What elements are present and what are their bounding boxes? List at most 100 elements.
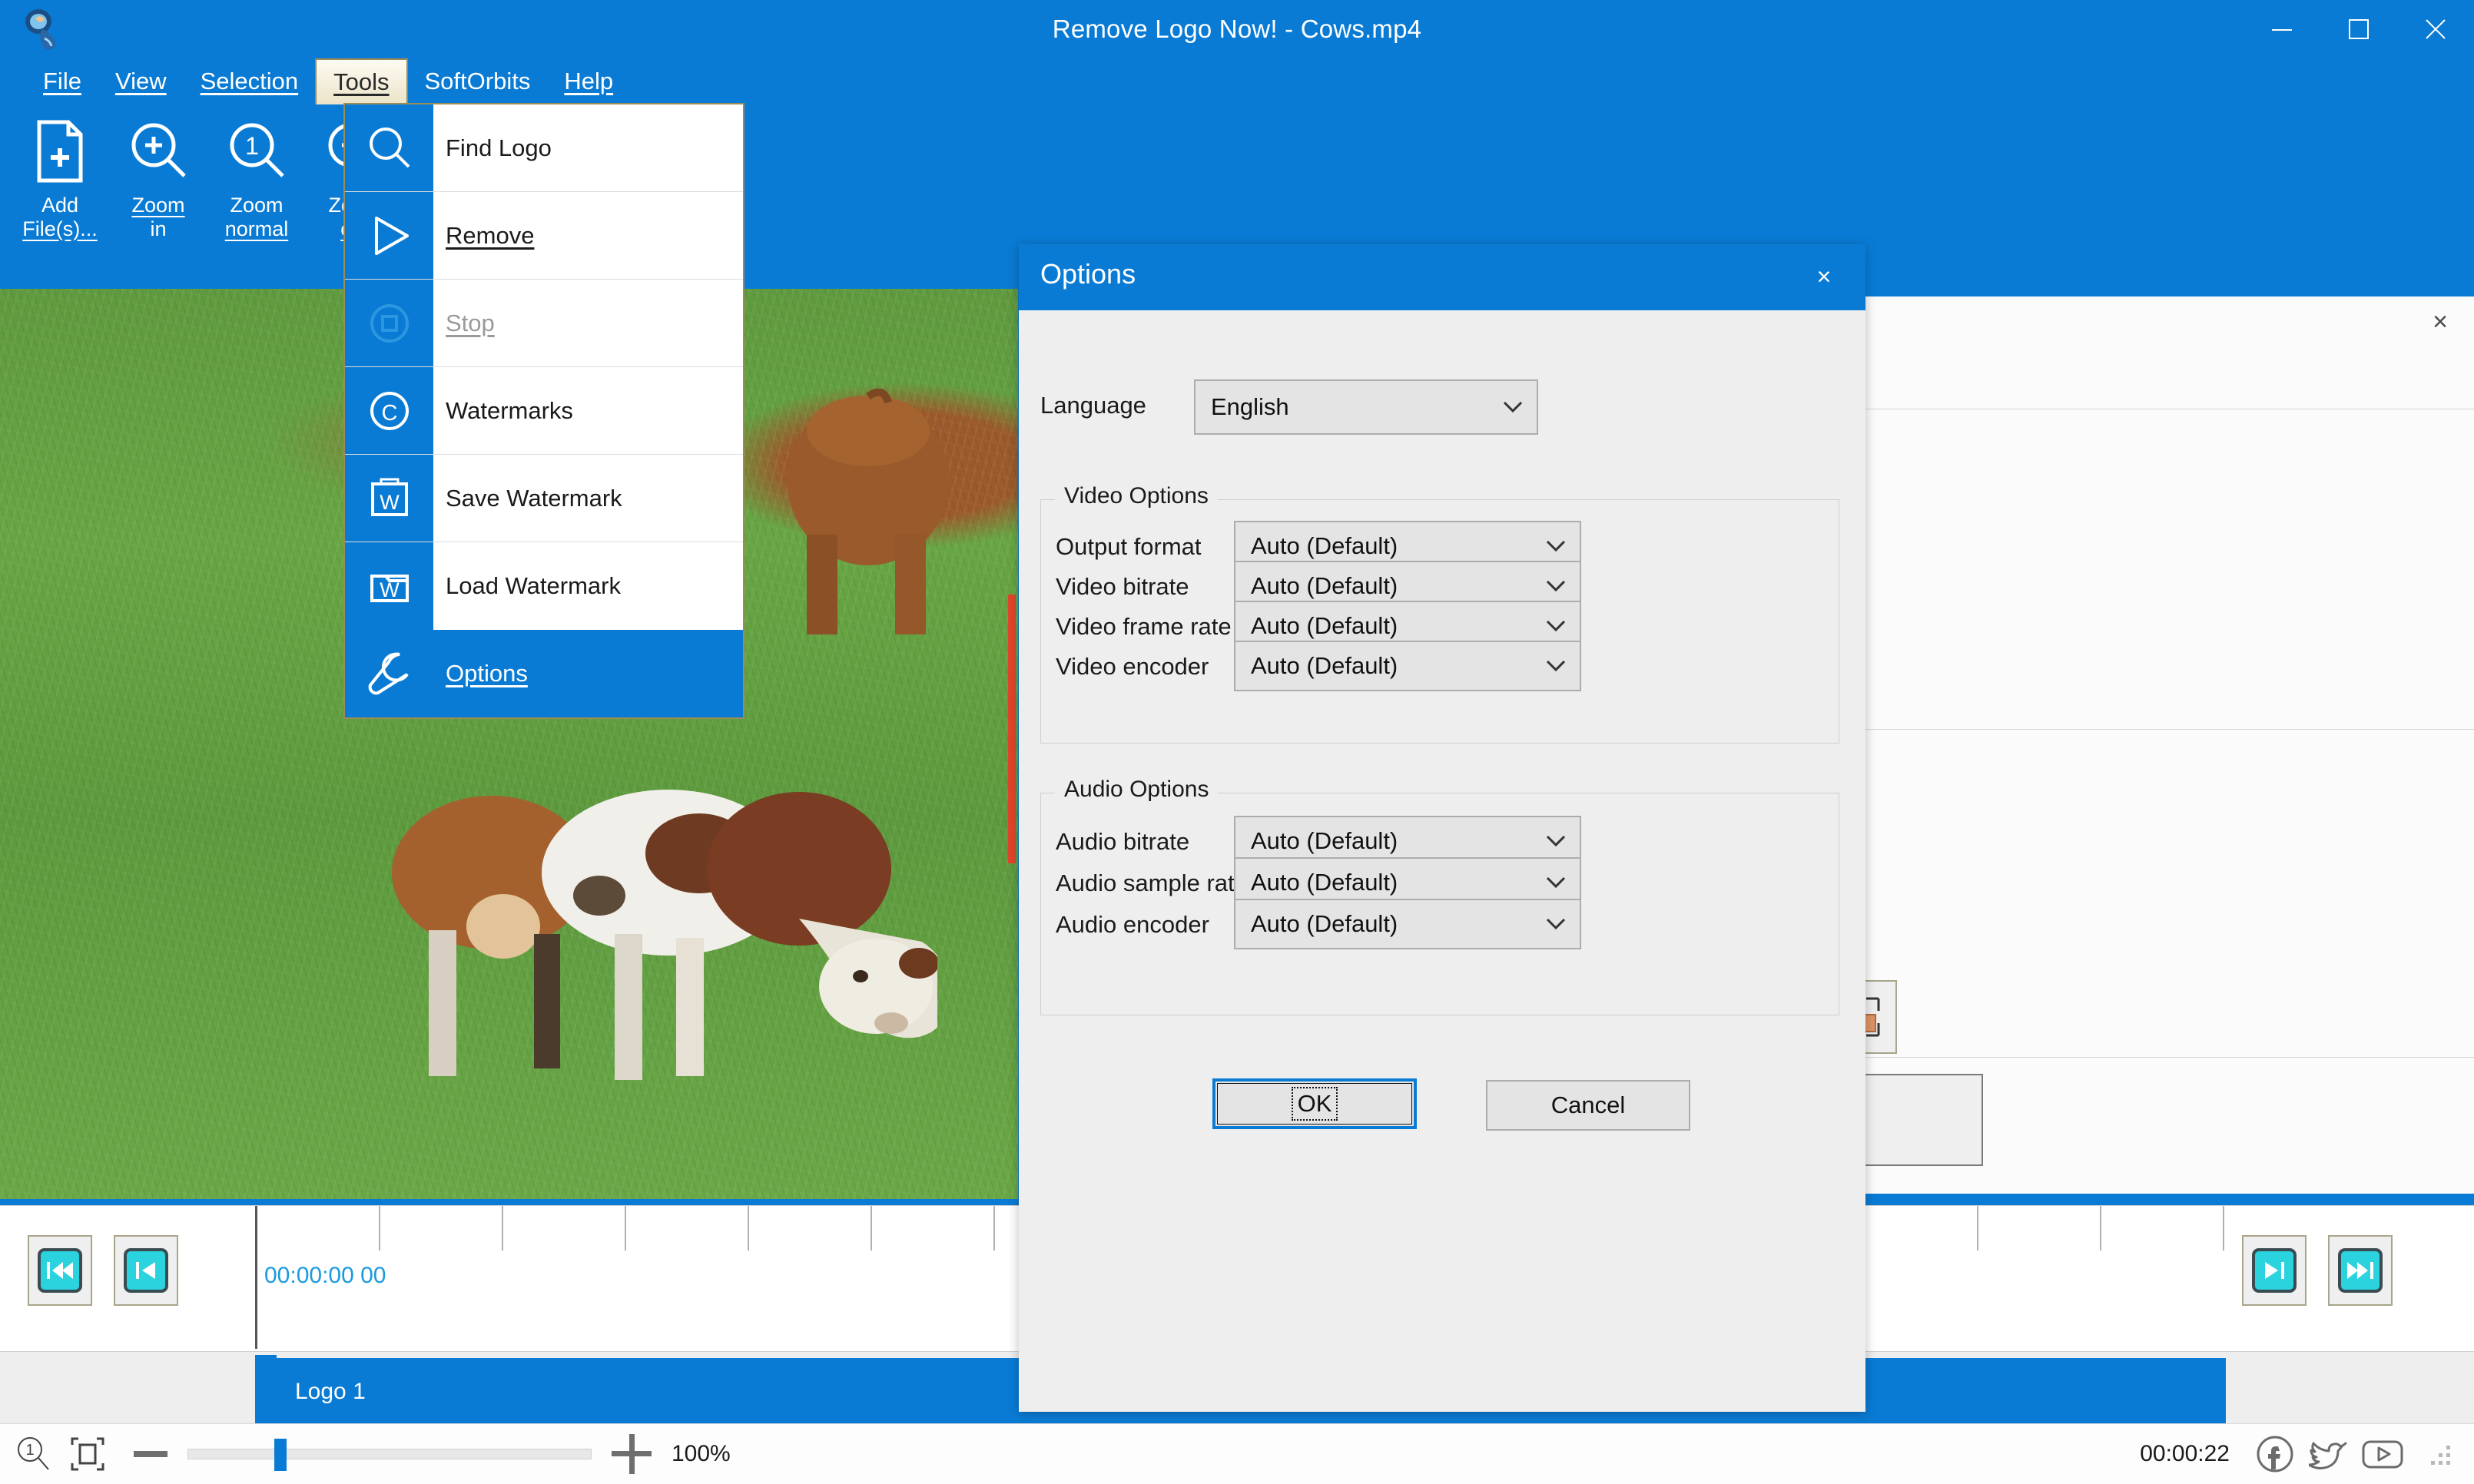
step-forward-button[interactable] <box>2242 1235 2307 1306</box>
selection-marker[interactable] <box>1008 595 1016 863</box>
toolbar-add-files-label-2: File(s)... <box>22 217 98 241</box>
timeline-tick <box>1977 1206 1978 1250</box>
cancel-label: Cancel <box>1550 1091 1626 1118</box>
cow-image <box>788 389 949 634</box>
step-forward-icon <box>2252 1248 2297 1293</box>
zoom-plus-icon[interactable] <box>612 1434 652 1474</box>
zoom-slider[interactable] <box>187 1439 592 1471</box>
menu-softorbits-label: SoftOrbits <box>424 68 531 94</box>
menu-view-label: View <box>114 68 167 94</box>
twitter-icon[interactable] <box>2307 1432 2351 1476</box>
timeline-tick <box>871 1206 872 1250</box>
toolbar-add-files[interactable]: Add File(s)... <box>11 104 109 258</box>
menu-bar: File View Selection Tools SoftOrbits Hel… <box>0 58 2474 104</box>
chevron-down-icon <box>1503 401 1523 413</box>
fit-to-window-icon[interactable] <box>68 1434 108 1474</box>
timeline-tick <box>2100 1206 2101 1250</box>
menu-view[interactable]: View <box>98 58 184 104</box>
load-watermark-icon: W <box>345 542 433 630</box>
output-format-value: Auto (Default) <box>1251 532 1398 559</box>
options-dialog-title: Options <box>1040 258 1136 290</box>
menu-help[interactable]: Help <box>547 58 630 104</box>
menu-softorbits[interactable]: SoftOrbits <box>408 58 548 104</box>
timeline-tick <box>2223 1206 2224 1250</box>
menu-item-load-watermark[interactable]: W Load Watermark <box>345 542 743 630</box>
video-encoder-label-row: Video encoder <box>1056 653 1209 681</box>
audio-encoder-label: Audio encoder <box>1056 911 1209 938</box>
toolbar-zoom-normal-label-1: Zoom <box>230 194 284 217</box>
toolbar-zoom-normal[interactable]: 1 Zoom normal <box>207 104 306 258</box>
youtube-icon[interactable] <box>2360 1432 2405 1476</box>
video-frame-rate-value: Auto (Default) <box>1251 612 1398 639</box>
step-back-button[interactable] <box>114 1235 178 1306</box>
cancel-button[interactable]: Cancel <box>1486 1080 1690 1131</box>
audio-sample-rate-value: Auto (Default) <box>1251 869 1398 896</box>
close-icon[interactable]: × <box>1801 255 1847 298</box>
menu-item-watermarks-label: Watermarks <box>446 396 573 424</box>
preview-bottom-border <box>0 1199 1018 1205</box>
audio-bitrate-label: Audio bitrate <box>1056 828 1190 855</box>
audio-bitrate-value: Auto (Default) <box>1251 827 1398 854</box>
skip-to-end-button[interactable] <box>2328 1235 2393 1306</box>
video-encoder-label: Video encoder <box>1056 653 1209 680</box>
menu-item-find-logo-label: Find Logo <box>446 134 552 161</box>
language-select[interactable]: English <box>1194 379 1538 435</box>
menu-item-options[interactable]: Options <box>345 630 743 717</box>
tools-dropdown-menu: Find Logo Remove Stop C Watermarks W Sav… <box>343 103 745 719</box>
minimize-icon[interactable] <box>2244 0 2320 58</box>
menu-item-find-logo[interactable]: Find Logo <box>345 104 743 192</box>
audio-bitrate-label-row: Audio bitrate <box>1056 828 1189 856</box>
timeline-tick <box>379 1206 380 1250</box>
timeline-tick <box>748 1206 749 1250</box>
menu-tools[interactable]: Tools <box>315 58 408 104</box>
zoom-normal-icon[interactable]: 1 <box>14 1434 54 1474</box>
menu-selection-label: Selection <box>200 68 299 94</box>
zoom-slider-thumb[interactable] <box>274 1439 287 1471</box>
menu-item-watermarks[interactable]: C Watermarks <box>345 367 743 455</box>
facebook-icon[interactable] <box>2253 1432 2297 1476</box>
timeline-timecode: 00:00:00 00 <box>264 1263 386 1288</box>
audio-options-label: Audio Options <box>1055 777 1219 803</box>
audio-encoder-select[interactable]: Auto (Default) <box>1234 899 1581 949</box>
menu-selection[interactable]: Selection <box>184 58 316 104</box>
menu-item-remove[interactable]: Remove <box>345 192 743 280</box>
menu-file[interactable]: File <box>26 58 98 104</box>
logo-clip-label: Logo 1 <box>295 1378 366 1404</box>
menu-item-save-watermark-label: Save Watermark <box>446 484 622 512</box>
title-bar: Remove Logo Now! - Cows.mp4 <box>0 0 2474 58</box>
language-label: Language <box>1040 392 1146 419</box>
close-icon[interactable]: × <box>2433 307 2448 337</box>
timeline-tick <box>993 1206 995 1250</box>
toolbar-zoom-in[interactable]: Zoom in <box>109 104 207 258</box>
chevron-down-icon <box>1546 660 1566 672</box>
language-value: English <box>1211 393 1289 420</box>
chevron-down-icon <box>1546 835 1566 847</box>
resize-grip-icon[interactable] <box>2426 1439 2456 1469</box>
timeline-tick <box>625 1206 626 1250</box>
chevron-down-icon <box>1546 580 1566 592</box>
svg-text:1: 1 <box>25 1442 34 1459</box>
add-file-icon <box>33 117 87 186</box>
zoom-percentage: 100% <box>672 1441 731 1466</box>
save-watermark-icon: W <box>345 455 433 542</box>
wrench-icon <box>345 630 433 717</box>
skip-to-start-button[interactable] <box>28 1235 92 1306</box>
video-bitrate-label-row: Video bitrate <box>1056 573 1189 601</box>
zoom-minus-icon[interactable] <box>134 1451 167 1457</box>
close-icon[interactable] <box>2397 0 2474 58</box>
status-bar-right: 00:00:22 <box>2140 1432 2474 1476</box>
stop-circle-icon <box>345 280 433 367</box>
video-encoder-select[interactable]: Auto (Default) <box>1234 641 1581 691</box>
ok-button[interactable]: OK <box>1212 1078 1417 1129</box>
chevron-down-icon <box>1546 540 1566 552</box>
options-dialog: Options × Language English Video Options… <box>1019 244 1865 1412</box>
audio-sample-rate-label-row: Audio sample rate <box>1056 870 1248 897</box>
toolbar-zoom-in-label-2: in <box>150 217 167 241</box>
menu-item-save-watermark[interactable]: W Save Watermark <box>345 455 743 542</box>
video-frame-rate-label: Video frame rate <box>1056 613 1232 640</box>
video-bitrate-value: Auto (Default) <box>1251 572 1398 599</box>
audio-sample-rate-label: Audio sample rate <box>1056 870 1248 896</box>
menu-tools-label: Tools <box>333 68 390 95</box>
maximize-icon[interactable] <box>2320 0 2397 58</box>
skip-to-end-icon <box>2338 1248 2383 1293</box>
